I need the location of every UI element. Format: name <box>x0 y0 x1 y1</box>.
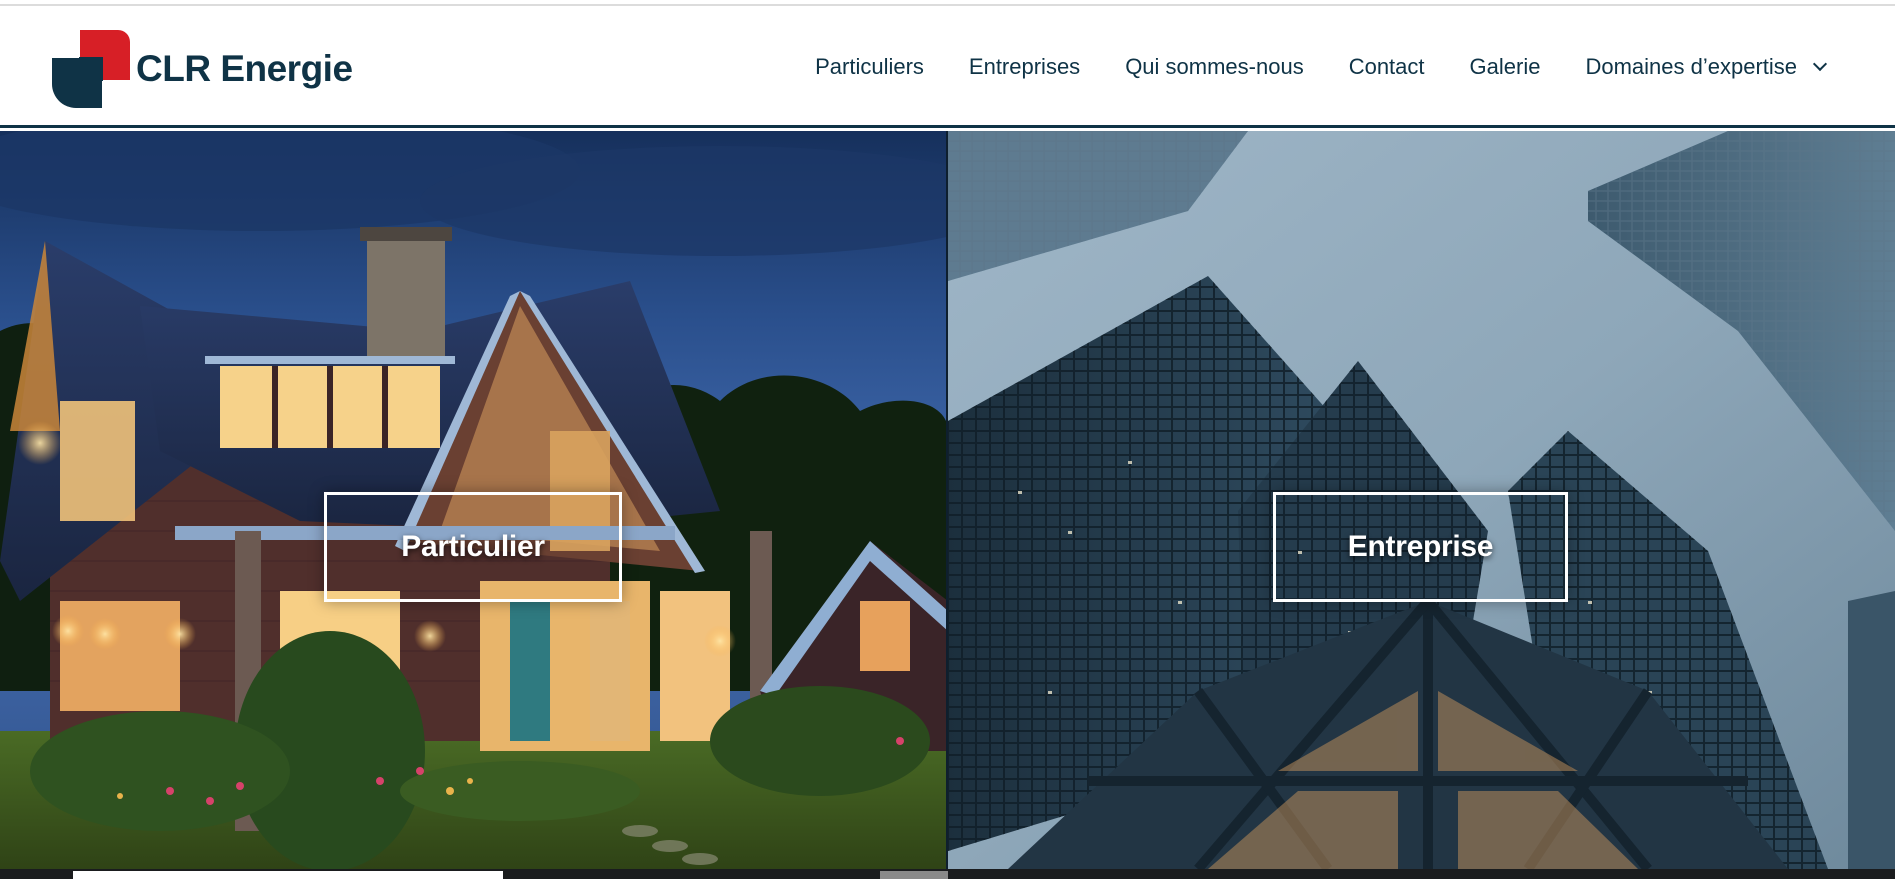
hero-panels: Particulier Entreprise <box>0 131 1895 869</box>
chevron-down-icon[interactable] <box>1812 56 1828 72</box>
nav-item-contact[interactable]: Contact <box>1349 54 1425 80</box>
bottom-white-bar <box>73 871 503 879</box>
bottom-grey-bar <box>880 871 948 879</box>
site-header: CLR Energie Particuliers Entreprises Qui… <box>0 6 1895 128</box>
entreprise-button[interactable]: Entreprise <box>1273 492 1568 602</box>
panel-particulier[interactable]: Particulier <box>0 131 948 869</box>
nav-item-galerie[interactable]: Galerie <box>1470 54 1541 80</box>
nav-item-domaines-expertise[interactable]: Domaines d’expertise <box>1585 54 1828 80</box>
main-navigation: Particuliers Entreprises Qui sommes-nous… <box>770 6 1828 128</box>
brand-logo[interactable]: CLR Energie <box>52 29 353 109</box>
bottom-strip <box>0 869 1895 879</box>
nav-item-particuliers[interactable]: Particuliers <box>815 54 924 80</box>
nav-dropdown-label[interactable]: Domaines d’expertise <box>1585 54 1797 80</box>
nav-item-qui-sommes-nous[interactable]: Qui sommes-nous <box>1125 54 1304 80</box>
nav-item-entreprises[interactable]: Entreprises <box>969 54 1080 80</box>
particulier-button[interactable]: Particulier <box>324 492 622 602</box>
panel-entreprise[interactable]: Entreprise <box>948 131 1895 869</box>
logo-mark-navy-square <box>52 57 103 108</box>
brand-name: CLR Energie <box>136 48 353 89</box>
logo-mark-icon <box>52 30 130 108</box>
